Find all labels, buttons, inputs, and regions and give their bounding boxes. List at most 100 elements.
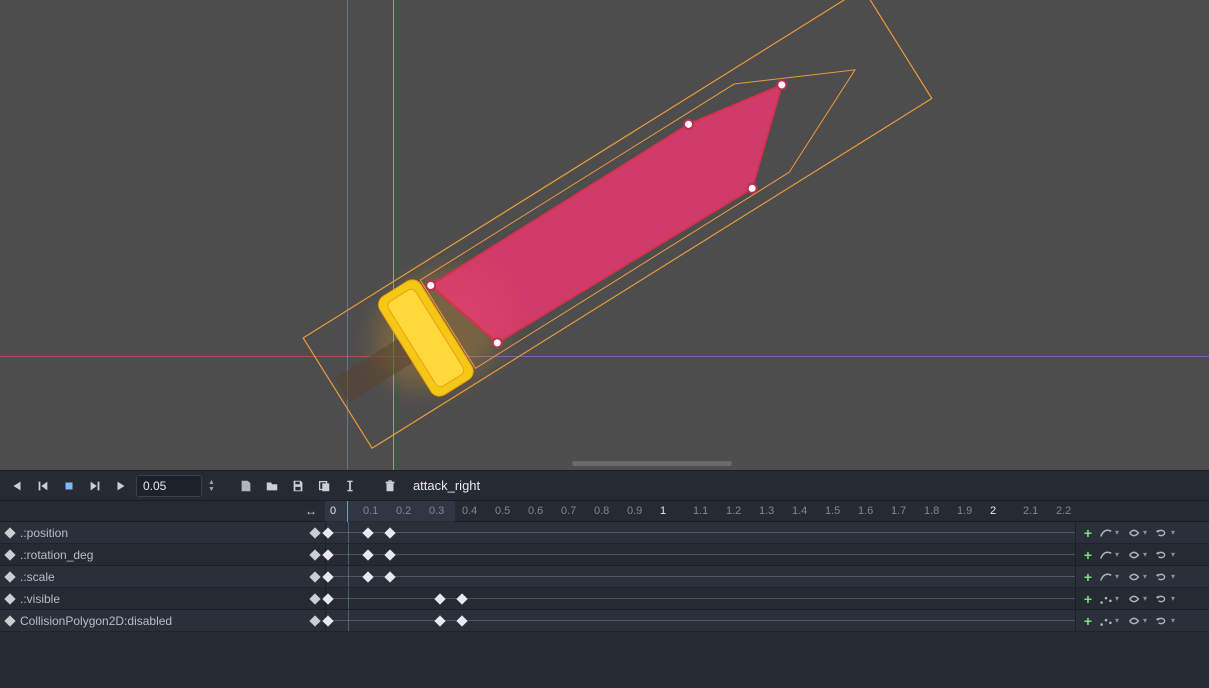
keyframe[interactable]	[362, 549, 373, 560]
keyframe[interactable]	[384, 571, 395, 582]
wrap-mode-dropdown[interactable]: ▾	[1142, 616, 1148, 625]
track-row[interactable]: .:visible + ▾ ▾ ▾	[0, 588, 1209, 610]
keyframe[interactable]	[362, 571, 373, 582]
timeline-ruler[interactable]: ↔ 00.10.20.30.40.50.60.70.80.911.11.21.3…	[0, 500, 1209, 522]
keyframe[interactable]	[456, 593, 467, 604]
insert-key-icon[interactable]	[309, 593, 320, 604]
ruler-tick: 1.4	[792, 505, 807, 517]
keyframe[interactable]	[434, 593, 445, 604]
stop-button[interactable]	[58, 475, 80, 497]
ruler-tick: 1.6	[858, 505, 873, 517]
ruler-tick: 0.2	[396, 505, 411, 517]
duplicate-animation-button[interactable]	[313, 475, 335, 497]
loop-mode-button[interactable]	[1154, 591, 1170, 607]
interpolation-mode-dropdown[interactable]: ▾	[1114, 616, 1120, 625]
loop-mode-button[interactable]	[1154, 569, 1170, 585]
new-animation-button[interactable]	[235, 475, 257, 497]
wrap-mode-button[interactable]	[1126, 525, 1142, 541]
loop-mode-dropdown[interactable]: ▾	[1170, 572, 1176, 581]
wrap-mode-dropdown[interactable]: ▾	[1142, 550, 1148, 559]
hresize-icon[interactable]: ↔	[305, 504, 317, 518]
interpolation-mode-dropdown[interactable]: ▾	[1114, 572, 1120, 581]
keyframe[interactable]	[322, 549, 333, 560]
wrap-mode-button[interactable]	[1126, 569, 1142, 585]
wrap-mode-dropdown[interactable]: ▾	[1142, 572, 1148, 581]
interpolation-mode-dropdown[interactable]: ▾	[1114, 594, 1120, 603]
ruler-tick: 0.9	[627, 505, 642, 517]
wrap-mode-dropdown[interactable]: ▾	[1142, 528, 1148, 537]
keyframe[interactable]	[322, 593, 333, 604]
keyframe[interactable]	[384, 527, 395, 538]
delete-animation-button[interactable]	[379, 475, 401, 497]
interpolation-mode-button[interactable]	[1098, 525, 1114, 541]
insert-key-icon[interactable]	[309, 615, 320, 626]
add-key-button[interactable]: +	[1080, 613, 1096, 629]
viewport-scrollbar[interactable]	[572, 461, 732, 466]
viewport-2d[interactable]	[0, 0, 1209, 470]
track-key-area[interactable]	[325, 522, 1075, 543]
keyframe[interactable]	[384, 549, 395, 560]
insert-key-icon[interactable]	[309, 571, 320, 582]
track-playhead	[348, 522, 349, 543]
track-label: .:rotation_deg	[0, 544, 325, 565]
track-row[interactable]: .:position + ▾ ▾ ▾	[0, 522, 1209, 544]
loop-mode-button[interactable]	[1154, 525, 1170, 541]
loop-mode-dropdown[interactable]: ▾	[1170, 528, 1176, 537]
track-key-area[interactable]	[325, 566, 1075, 587]
insert-key-icon[interactable]	[309, 549, 320, 560]
track-playhead	[348, 588, 349, 609]
loop-mode-button[interactable]	[1154, 547, 1170, 563]
track-key-area[interactable]	[325, 544, 1075, 565]
add-key-button[interactable]: +	[1080, 525, 1096, 541]
play-backwards-button[interactable]	[32, 475, 54, 497]
track-list: .:position + ▾ ▾ ▾ .:rotation_deg + ▾ ▾ ▾ .:scale +…	[0, 522, 1209, 682]
interpolation-mode-button[interactable]	[1098, 591, 1114, 607]
wrap-mode-dropdown[interactable]: ▾	[1142, 594, 1148, 603]
loop-mode-dropdown[interactable]: ▾	[1170, 550, 1176, 559]
keyframe[interactable]	[322, 615, 333, 626]
track-label: .:scale	[0, 566, 325, 587]
time-input[interactable]	[136, 475, 202, 497]
loop-mode-dropdown[interactable]: ▾	[1170, 594, 1176, 603]
track-row[interactable]: .:scale + ▾ ▾ ▾	[0, 566, 1209, 588]
ruler-tick: 0	[330, 505, 336, 517]
keyframe[interactable]	[434, 615, 445, 626]
play-backwards-from-end-button[interactable]	[6, 475, 28, 497]
interpolation-mode-button[interactable]	[1098, 569, 1114, 585]
wrap-mode-button[interactable]	[1126, 613, 1142, 629]
track-name: .:visible	[20, 592, 60, 606]
time-spinner[interactable]: ▲▼	[206, 475, 217, 497]
track-label: .:position	[0, 522, 325, 543]
save-animation-button[interactable]	[287, 475, 309, 497]
ruler-playhead[interactable]	[347, 501, 348, 523]
load-animation-button[interactable]	[261, 475, 283, 497]
interpolation-mode-button[interactable]	[1098, 613, 1114, 629]
track-row[interactable]: .:rotation_deg + ▾ ▾ ▾	[0, 544, 1209, 566]
loop-mode-button[interactable]	[1154, 613, 1170, 629]
track-playhead	[348, 610, 349, 631]
play-button[interactable]	[84, 475, 106, 497]
sword-sprite[interactable]	[0, 0, 1209, 470]
keyframe[interactable]	[322, 571, 333, 582]
track-key-area[interactable]	[325, 610, 1075, 631]
add-key-button[interactable]: +	[1080, 569, 1096, 585]
insert-key-icon[interactable]	[309, 527, 320, 538]
keyframe[interactable]	[456, 615, 467, 626]
ruler-tick: 1.5	[825, 505, 840, 517]
interpolation-mode-dropdown[interactable]: ▾	[1114, 528, 1120, 537]
play-from-start-button[interactable]	[110, 475, 132, 497]
animation-name-input[interactable]	[405, 475, 1203, 497]
loop-mode-dropdown[interactable]: ▾	[1170, 616, 1176, 625]
keyframe[interactable]	[322, 527, 333, 538]
keyframe[interactable]	[362, 527, 373, 538]
wrap-mode-button[interactable]	[1126, 591, 1142, 607]
interpolation-mode-button[interactable]	[1098, 547, 1114, 563]
add-key-button[interactable]: +	[1080, 591, 1096, 607]
interpolation-mode-dropdown[interactable]: ▾	[1114, 550, 1120, 559]
track-key-area[interactable]	[325, 588, 1075, 609]
wrap-mode-button[interactable]	[1126, 547, 1142, 563]
track-row[interactable]: CollisionPolygon2D:disabled + ▾ ▾ ▾	[0, 610, 1209, 632]
rename-animation-button[interactable]	[339, 475, 361, 497]
add-key-button[interactable]: +	[1080, 547, 1096, 563]
track-name: CollisionPolygon2D:disabled	[20, 614, 172, 628]
